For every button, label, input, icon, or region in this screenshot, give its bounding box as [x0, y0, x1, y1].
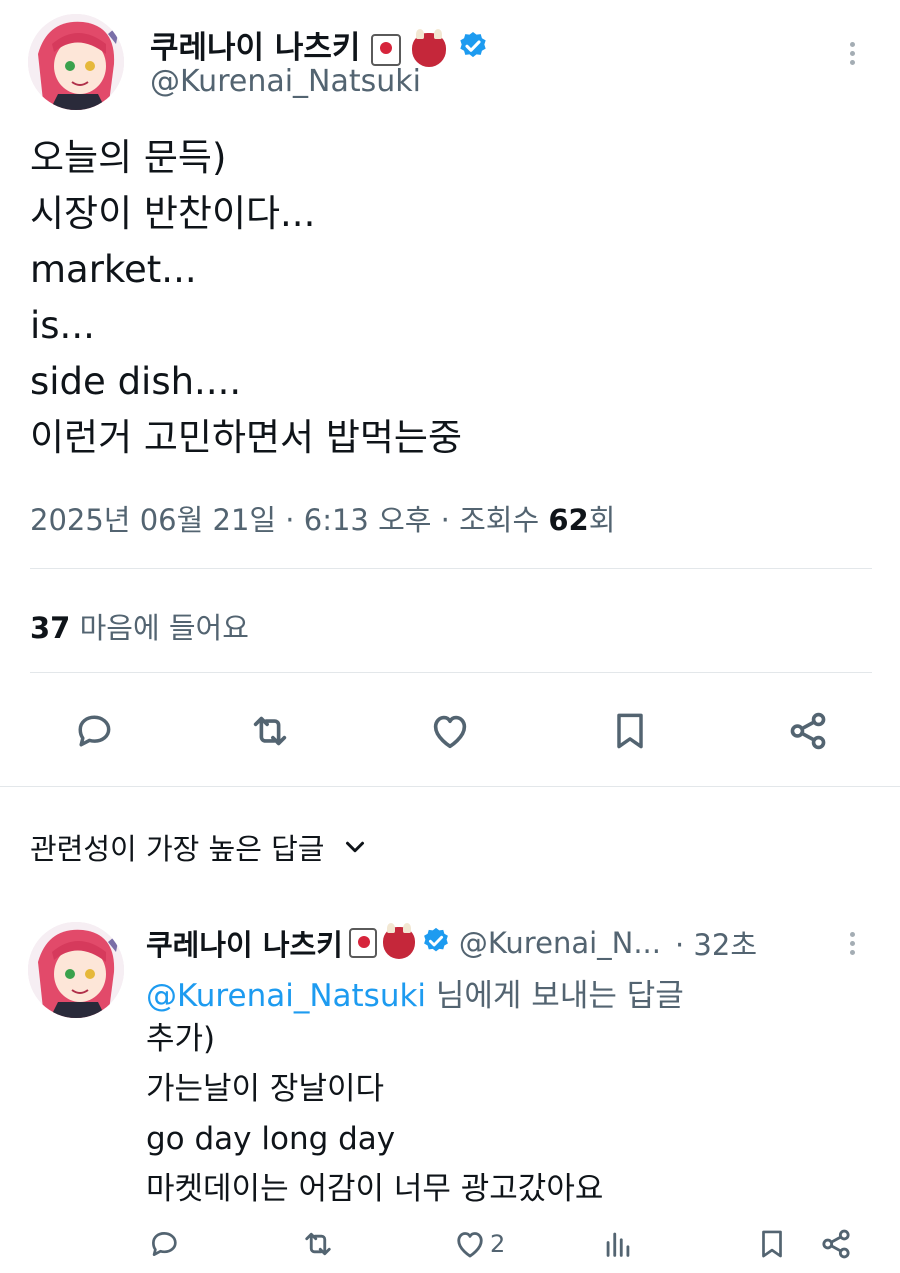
- reply-text: 추가) 가는날이 장날이다 go day long day 마켓데이는 어감이 …: [146, 1014, 866, 1214]
- retweet-button[interactable]: [242, 706, 298, 756]
- views-label: 조회수: [459, 503, 549, 537]
- bookmark-icon: [617, 713, 643, 749]
- views-suffix: 회: [588, 503, 616, 537]
- avatar-image: [28, 14, 124, 110]
- post-author-handle[interactable]: @Kurenai_Natsuki: [150, 64, 421, 99]
- reply-author-handle[interactable]: @Kurenai_N...: [459, 926, 661, 960]
- views-count: 62: [548, 503, 589, 537]
- reply-icon: [152, 1232, 177, 1256]
- flower-card-emoji-icon: [371, 33, 402, 66]
- post-author-name-row[interactable]: 쿠레나이 나츠키: [150, 22, 489, 70]
- verified-badge-icon: [421, 926, 451, 960]
- reply-views-button[interactable]: [598, 1224, 638, 1264]
- divider: [30, 672, 872, 673]
- likes-summary[interactable]: 37 마음에 들어요: [30, 605, 249, 647]
- reply-button[interactable]: [66, 706, 122, 756]
- like-button[interactable]: [422, 706, 478, 756]
- reply-text-line: 마켓데이는 어감이 너무 광고갔아요: [146, 1171, 604, 1207]
- retweet-icon: [305, 1232, 331, 1256]
- post-author-avatar[interactable]: [28, 14, 124, 110]
- replying-to-handle-link[interactable]: @Kurenai_Natsuki: [146, 978, 426, 1014]
- reply-like-button[interactable]: 2: [452, 1226, 505, 1262]
- reply-icon: [78, 715, 111, 747]
- retweet-icon: [253, 716, 287, 746]
- reply-text-line: 가는날이 장날이다: [146, 1071, 385, 1107]
- post-text-line: side dish....: [30, 360, 242, 403]
- reply-reply-button[interactable]: [144, 1224, 184, 1264]
- reply-author-avatar[interactable]: [28, 922, 124, 1018]
- reply-text-line: 추가): [146, 1021, 216, 1057]
- reply-sort-label: 관련성이 가장 높은 답글: [30, 832, 325, 866]
- reply-share-button[interactable]: [816, 1224, 856, 1264]
- views-icon: [606, 1232, 630, 1257]
- reply-like-count: 2: [490, 1230, 506, 1258]
- flower-card-emoji-icon: [348, 928, 377, 958]
- reply-author-name[interactable]: 쿠레나이 나츠키: [146, 922, 343, 964]
- share-icon: [822, 1229, 850, 1259]
- reply-bookmark-button[interactable]: [752, 1224, 792, 1264]
- reply-header: 쿠레나이 나츠키 @Kurenai_N... · 32초: [146, 922, 757, 964]
- post-meta: 2025년 06월 21일 · 6:13 오후 · 조회수 62회: [30, 497, 615, 539]
- ogre-emoji-icon: [382, 923, 415, 959]
- verified-badge-icon: [457, 30, 489, 70]
- ogre-emoji-icon: [412, 28, 447, 67]
- post-date[interactable]: 2025년 06월 21일: [30, 503, 276, 537]
- share-icon: [790, 712, 826, 750]
- avatar-image: [28, 922, 124, 1018]
- post-text-line: 오늘의 문득): [30, 136, 227, 179]
- like-icon: [457, 1232, 483, 1258]
- like-icon: [433, 715, 467, 749]
- reply-sort-dropdown[interactable]: 관련성이 가장 높은 답글: [30, 826, 370, 868]
- post-text-line: 시장이 반찬이다...: [30, 192, 316, 235]
- share-button[interactable]: [780, 706, 836, 756]
- post-author-name[interactable]: 쿠레나이 나츠키: [150, 30, 360, 66]
- post-text-line: market...: [30, 248, 197, 291]
- post-text-line: 이런거 고민하면서 밥먹는중: [30, 416, 463, 459]
- reply-retweet-button[interactable]: [298, 1224, 338, 1264]
- post-text-line: is...: [30, 304, 95, 347]
- bookmark-icon: [762, 1230, 782, 1258]
- divider: [0, 786, 900, 787]
- bookmark-button[interactable]: [602, 706, 658, 756]
- reply-age[interactable]: · 32초: [675, 922, 757, 964]
- post-text: 오늘의 문득) 시장이 반찬이다... market... is... side…: [30, 130, 870, 466]
- divider: [30, 568, 872, 569]
- post-time[interactable]: 6:13 오후: [304, 503, 432, 537]
- replying-to-suffix: 님에게 보내는 답글: [426, 978, 684, 1014]
- meta-separator: ·: [276, 503, 304, 537]
- post-more-icon[interactable]: [850, 38, 858, 69]
- meta-separator: ·: [431, 503, 460, 537]
- likes-count: 37: [30, 611, 71, 645]
- replying-to-line: @Kurenai_Natsuki 님에게 보내는 답글: [146, 970, 684, 1015]
- reply-text-line: go day long day: [146, 1121, 396, 1157]
- likes-label: 마음에 들어요: [70, 611, 249, 645]
- reply-more-icon[interactable]: [850, 928, 858, 959]
- chevron-down-icon: [346, 841, 365, 853]
